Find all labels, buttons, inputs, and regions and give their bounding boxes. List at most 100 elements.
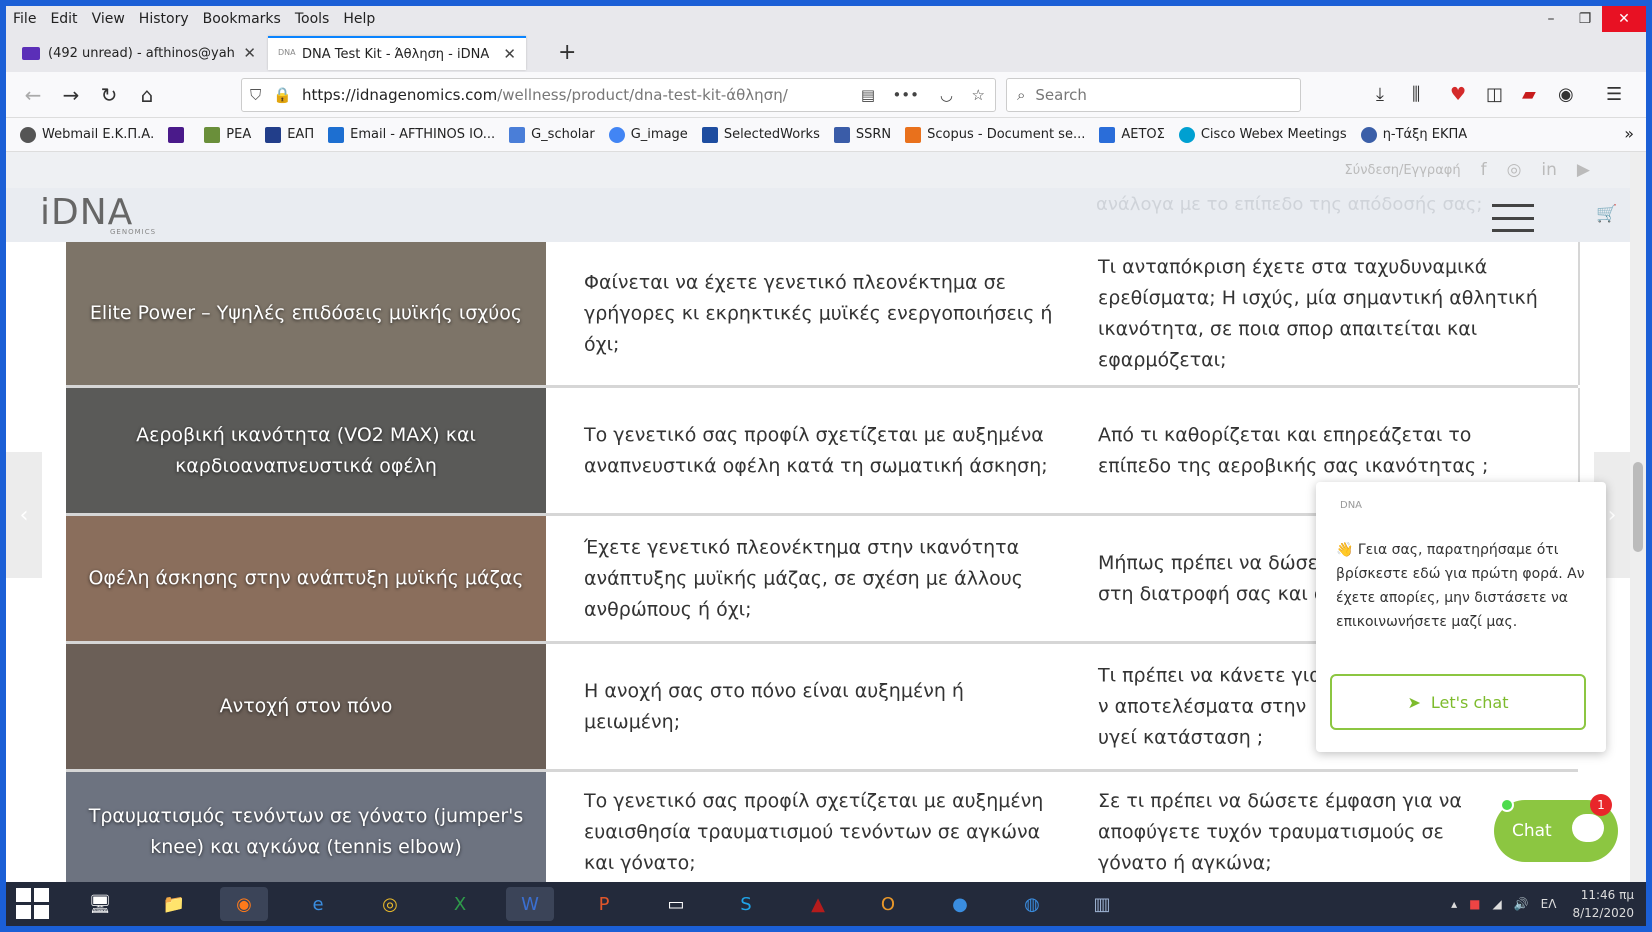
language-indicator[interactable]: ΕΛ [1541, 897, 1557, 911]
internet-explorer-icon[interactable]: e [294, 887, 342, 921]
menu-view[interactable]: View [85, 11, 132, 27]
tab-label: DNA Test Kit - Άθληση - iDNA [302, 46, 490, 62]
chat-pill-label: Chat [1512, 821, 1552, 841]
facebook-icon[interactable]: f [1481, 160, 1487, 180]
tray-acrobat-icon[interactable]: ■ [1469, 897, 1480, 911]
word-icon[interactable]: W [506, 887, 554, 921]
row-question: Έχετε γενετικό πλεονέκτημα στην ικανότητ… [584, 536, 1023, 620]
clock[interactable]: 11:46 πμ 8/12/2020 [1572, 886, 1634, 922]
chrome-icon[interactable]: ◎ [366, 887, 414, 921]
site-top-strip: Σύνδεση/Εγγραφή f ◎ in ▶ [6, 152, 1630, 188]
bookmarks-bar: Webmail Ε.Κ.Π.Α. ΡΕΑ ΕΑΠ Email - AFTHINO… [6, 118, 1646, 152]
bookmark-aetos[interactable]: ΑΕΤΟΣ [1099, 126, 1165, 143]
library-icon[interactable]: ⫼ [1412, 84, 1420, 105]
menu-help[interactable]: Help [336, 11, 382, 27]
sidebar-icon[interactable]: ◫ [1486, 84, 1503, 105]
menu-bookmarks[interactable]: Bookmarks [196, 11, 288, 27]
bookmark-webex[interactable]: Cisco Webex Meetings [1178, 126, 1347, 143]
menu-icon[interactable]: ☰ [1606, 84, 1622, 105]
outlook-taskbar-icon[interactable]: O [864, 887, 912, 921]
linkedin-icon[interactable]: in [1541, 160, 1557, 180]
bookmarks-overflow-icon[interactable]: » [1624, 124, 1634, 143]
menu-file[interactable]: File [6, 11, 43, 27]
lets-chat-button[interactable]: ➤ Let's chat [1330, 674, 1586, 730]
bookmark-gscholar[interactable]: G_scholar [509, 126, 595, 143]
excel-icon[interactable]: X [436, 887, 484, 921]
page-actions-icon[interactable]: ••• [892, 86, 919, 104]
reload-icon[interactable]: ↻ [96, 82, 122, 108]
url-bar[interactable]: ⛉ 🔒 https://idnagenomics.com/wellness/pr… [241, 78, 996, 112]
tab-mail[interactable]: (492 unread) - afthinos@yahoo ✕ [12, 36, 266, 70]
bookmark-rea[interactable]: ΡΕΑ [204, 126, 251, 143]
download-icon[interactable]: ⤓ [1376, 84, 1384, 105]
cart-icon[interactable]: 🛒 [1596, 204, 1617, 224]
close-window-button[interactable]: ✕ [1602, 6, 1646, 32]
new-tab-button[interactable]: + [558, 40, 576, 65]
search-placeholder: Search [1035, 86, 1087, 104]
bookmark-selectedworks[interactable]: SelectedWorks [701, 126, 820, 143]
tray-chevron-icon[interactable]: ▴ [1451, 897, 1457, 911]
tray-volume-icon[interactable]: 🔊 [1514, 897, 1529, 911]
tab-label: (492 unread) - afthinos@yahoo [48, 45, 236, 61]
pdf-icon[interactable]: ▰ [1522, 84, 1536, 105]
login-link[interactable]: Σύνδεση/Εγγραφή [1345, 163, 1461, 178]
app-window-icon[interactable]: ▭ [652, 887, 700, 921]
powerpoint-icon[interactable]: P [580, 887, 628, 921]
menu-tools[interactable]: Tools [288, 11, 337, 27]
bookmark-eclass[interactable]: η-Τάξη ΕΚΠΑ [1360, 126, 1467, 143]
tab-idna[interactable]: DNA DNA Test Kit - Άθληση - iDNA ✕ [268, 36, 526, 70]
dna-favicon-icon: DNA [278, 48, 296, 57]
hamburger-menu-icon[interactable] [1492, 204, 1534, 232]
chat-launcher-button[interactable]: Chat 1 [1494, 794, 1618, 862]
chat-bubble-icon [1572, 814, 1604, 842]
menu-bar: File Edit View History Bookmarks Tools H… [6, 6, 1646, 32]
site-logo[interactable]: iDNA [40, 192, 133, 233]
minimize-button[interactable]: – [1534, 6, 1568, 32]
bookmark-yahoo[interactable] [168, 126, 190, 143]
search-input[interactable]: ⌕ Search [1006, 78, 1301, 112]
back-icon[interactable]: ← [20, 82, 46, 108]
skype-icon[interactable]: S [722, 887, 770, 921]
bookmark-gimage[interactable]: G_image [608, 126, 688, 143]
eclass-icon [1360, 126, 1377, 143]
youtube-icon[interactable]: ▶ [1577, 160, 1590, 180]
reader-view-icon[interactable]: ▤ [861, 86, 875, 104]
menu-history[interactable]: History [132, 11, 196, 27]
app-badge-icon[interactable]: ◍ [1008, 887, 1056, 921]
app-book-icon[interactable]: ▥ [1078, 887, 1126, 921]
aetos-icon [1099, 126, 1116, 143]
bookmark-ssrn[interactable]: SSRN [833, 126, 891, 143]
account-icon[interactable]: ◉ [1558, 84, 1574, 105]
app-circle-icon[interactable]: ● [936, 887, 984, 921]
bookmark-star-icon[interactable]: ☆ [972, 86, 985, 104]
tab-close-icon[interactable]: ✕ [243, 44, 256, 62]
page-scrollbar[interactable] [1630, 152, 1646, 882]
menu-edit[interactable]: Edit [43, 11, 84, 27]
forward-icon[interactable]: → [58, 82, 84, 108]
bookmark-webmail[interactable]: Webmail Ε.Κ.Π.Α. [20, 126, 154, 143]
scrollbar-thumb[interactable] [1633, 462, 1643, 552]
pocket-icon[interactable]: ◡ [940, 86, 953, 104]
row-image: Elite Power – Υψηλές επιδόσεις μυϊκής ισ… [66, 242, 546, 385]
row-image: Αεροβική ικανότητα (VO2 MAX) και καρδιοα… [66, 388, 546, 513]
row-answer: Τι πρέπει να κάνετε για ν αποτελέσματα σ… [1098, 664, 1322, 748]
tray-network-icon[interactable]: ◢ [1492, 897, 1501, 911]
home-icon[interactable]: ⌂ [134, 82, 160, 108]
bookmark-email[interactable]: Email - AFTHINOS IO... [328, 126, 495, 143]
remote-desktop-icon[interactable]: 🖥 [76, 887, 124, 921]
extension-shield-icon[interactable]: ♥ [1450, 84, 1466, 105]
bookmark-eap[interactable]: ΕΑΠ [265, 126, 314, 143]
restore-button[interactable]: ❐ [1568, 6, 1602, 32]
table-row: Τραυματισμός τενόντων σε γόνατο (jumper'… [66, 772, 1578, 882]
carousel-prev-icon[interactable]: ‹ [6, 452, 42, 578]
tab-close-icon[interactable]: ✕ [503, 45, 516, 63]
acrobat-icon[interactable]: ▲ [794, 887, 842, 921]
firefox-icon[interactable]: ◉ [220, 887, 268, 921]
windows-start-icon[interactable] [16, 888, 50, 920]
instagram-icon[interactable]: ◎ [1507, 160, 1522, 180]
row-answer: Τι ανταπόκριση έχετε στα ταχυδυναμικά ερ… [1098, 255, 1538, 371]
taskbar: 🖥 📁 ◉ e ◎ X W P ▭ S ▲ O ● ◍ ▥ ▴ ■ ◢ 🔊 ΕΛ… [6, 882, 1646, 926]
bookmark-scopus[interactable]: Scopus - Document se... [905, 126, 1085, 143]
rea-icon [204, 126, 221, 143]
file-explorer-icon[interactable]: 📁 [150, 887, 198, 921]
